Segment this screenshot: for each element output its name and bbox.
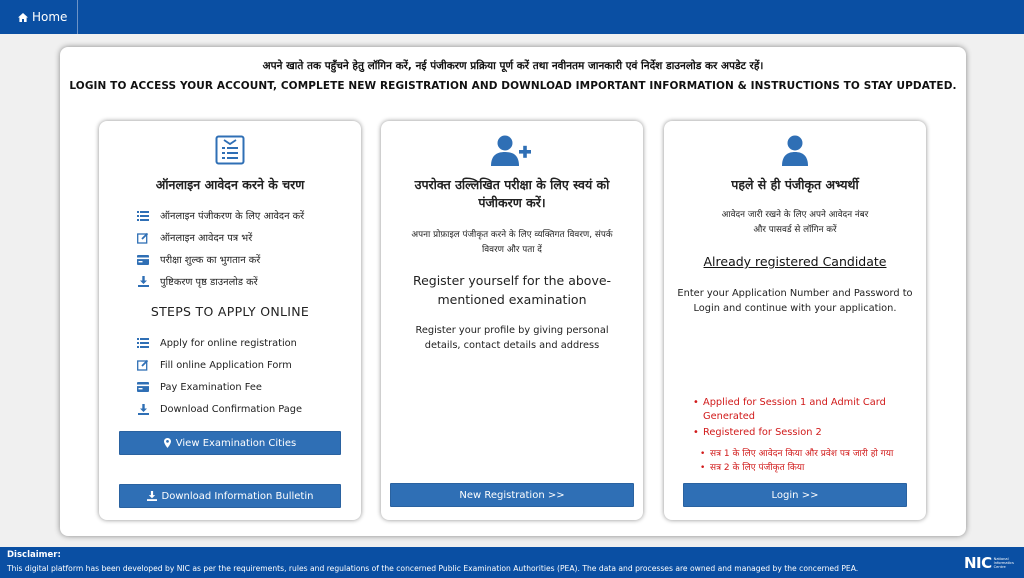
register-desc-hindi: अपना प्रोफ़ाइल पंजीकृत करने के लिए व्यक्… xyxy=(411,230,613,255)
step-label: ऑनलाइन आवेदन पत्र भरें xyxy=(160,233,253,244)
register-desc-english: Register your profile by giving personal… xyxy=(415,325,609,351)
view-examination-cities-button[interactable]: View Examination Cities xyxy=(119,431,341,455)
top-navbar: Home xyxy=(0,0,1024,34)
status-item: Registered for Session 2 xyxy=(693,426,903,440)
step-label: Fill online Application Form xyxy=(160,359,292,371)
new-registration-button[interactable]: New Registration >> xyxy=(390,483,634,507)
status-item: सत्र 2 के लिए पंजीकृत किया xyxy=(700,461,914,475)
steps-title-hindi: ऑनलाइन आवेदन करने के चरण xyxy=(155,177,305,192)
step-item: Fill online Application Form xyxy=(136,359,346,371)
step-label: परीक्षा शुल्क का भुगतान करें xyxy=(160,255,261,266)
steps-card: ऑनलाइन आवेदन करने के चरण ऑनलाइन पंजीकरण … xyxy=(99,121,361,520)
map-marker-icon xyxy=(163,438,171,448)
login-desc-english: Enter your Application Number and Passwo… xyxy=(677,288,913,314)
register-title-english: Register yourself for the above-mentione… xyxy=(412,273,612,307)
intro-hindi: अपने खाते तक पहुँचने हेतु लॉगिन करें, नई… xyxy=(262,60,764,72)
main-panel: अपने खाते तक पहुँचने हेतु लॉगिन करें, नई… xyxy=(60,47,966,536)
list-icon xyxy=(136,210,150,222)
footer-disclaimer: Disclaimer: This digital platform has be… xyxy=(0,547,1024,578)
download-icon xyxy=(146,491,157,501)
download-icon xyxy=(136,276,150,288)
disclaimer-title: Disclaimer: xyxy=(7,550,61,560)
download-icon xyxy=(136,403,150,415)
status-list-hindi: सत्र 1 के लिए आवेदन किया और प्रवेश पत्र … xyxy=(700,447,914,475)
step-label: Apply for online registration xyxy=(160,337,297,349)
login-card: पहले से ही पंजीकृत अभ्यर्थी आवेदन जारी र… xyxy=(664,121,926,520)
step-item: ऑनलाइन पंजीकरण के लिए आवेदन करें xyxy=(136,209,346,222)
download-bulletin-label: Download Information Bulletin xyxy=(161,490,314,502)
login-desc-hindi: आवेदन जारी रखने के लिए अपने आवेदन नंबर औ… xyxy=(721,210,869,235)
step-item: पुष्टिकरण पृष्ठ डाउनलोड करें xyxy=(136,275,346,288)
intro-english: LOGIN TO ACCESS YOUR ACCOUNT, COMPLETE N… xyxy=(69,80,957,92)
edit-icon xyxy=(136,359,150,371)
form-list-icon xyxy=(99,135,361,165)
card-icon xyxy=(136,254,150,266)
step-label: Download Confirmation Page xyxy=(160,403,303,415)
list-icon xyxy=(136,337,150,349)
status-item: सत्र 1 के लिए आवेदन किया और प्रवेश पत्र … xyxy=(700,447,914,461)
register-title-hindi: उपरोक्त उल्लिखित परीक्षा के लिए स्वयं को… xyxy=(414,177,610,210)
step-label: पुष्टिकरण पृष्ठ डाउनलोड करें xyxy=(160,277,258,288)
home-icon xyxy=(18,12,28,22)
login-label: Login >> xyxy=(771,489,819,501)
step-item: ऑनलाइन आवेदन पत्र भरें xyxy=(136,231,346,244)
nic-logo: NIC National Informatics Centre xyxy=(964,550,1020,575)
step-item: Download Confirmation Page xyxy=(136,403,346,415)
step-item: परीक्षा शुल्क का भुगतान करें xyxy=(136,253,346,266)
step-label: Pay Examination Fee xyxy=(160,381,262,393)
step-item: Pay Examination Fee xyxy=(136,381,346,393)
view-cities-label: View Examination Cities xyxy=(175,437,297,449)
home-link[interactable]: Home xyxy=(0,0,79,34)
step-label: ऑनलाइन पंजीकरण के लिए आवेदन करें xyxy=(160,211,305,222)
disclaimer-text: This digital platform has been developed… xyxy=(7,564,859,573)
download-information-bulletin-button[interactable]: Download Information Bulletin xyxy=(119,484,341,508)
edit-icon xyxy=(136,232,150,244)
steps-heading-english: STEPS TO APPLY ONLINE xyxy=(150,304,310,319)
home-label: Home xyxy=(32,10,68,24)
register-card: उपरोक्त उल्लिखित परीक्षा के लिए स्वयं को… xyxy=(381,121,643,520)
status-list-english: Applied for Session 1 and Admit Card Gen… xyxy=(693,396,903,440)
already-registered-link[interactable]: Already registered Candidate xyxy=(664,254,926,269)
user-icon xyxy=(664,135,926,166)
nic-logo-subtext: National Informatics Centre xyxy=(993,556,1014,569)
card-icon xyxy=(136,381,150,393)
login-button[interactable]: Login >> xyxy=(683,483,907,507)
nic-logo-text: NIC xyxy=(964,553,992,572)
login-title-hindi: पहले से ही पंजीकृत अभ्यर्थी xyxy=(731,177,859,192)
step-item: Apply for online registration xyxy=(136,337,346,349)
new-registration-label: New Registration >> xyxy=(459,489,565,501)
status-item: Applied for Session 1 and Admit Card Gen… xyxy=(693,396,903,424)
user-plus-icon xyxy=(381,135,643,167)
